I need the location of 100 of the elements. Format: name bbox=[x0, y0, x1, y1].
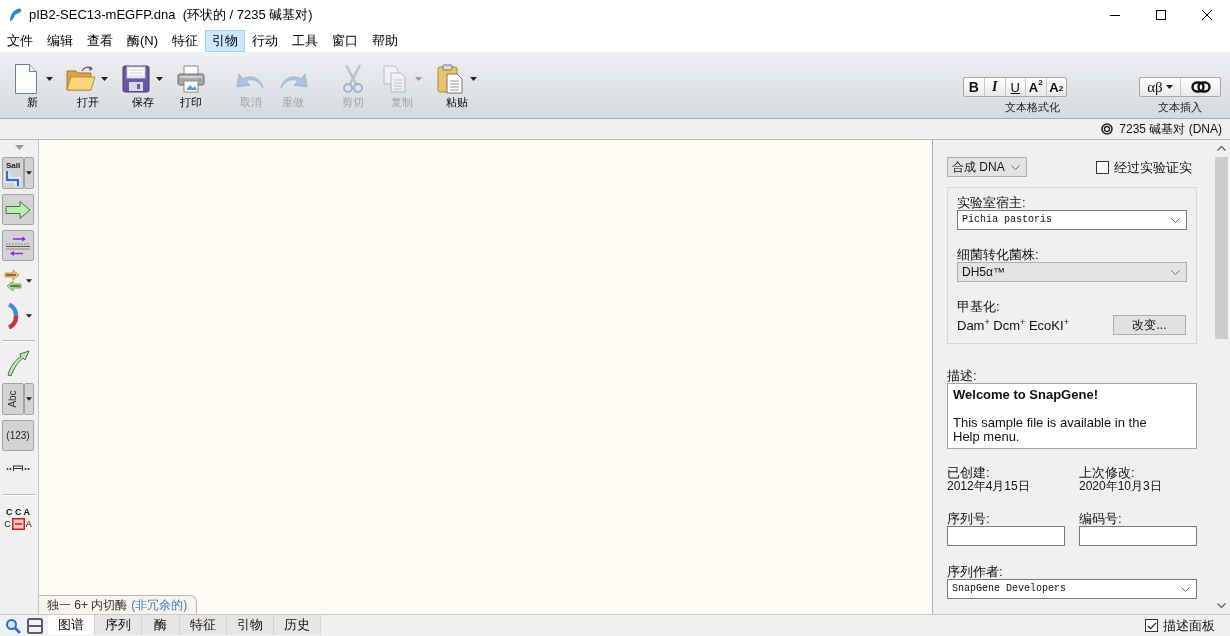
caret-down-icon[interactable] bbox=[470, 77, 477, 81]
maximize-icon[interactable] bbox=[1156, 10, 1166, 20]
ring-icon bbox=[1101, 123, 1114, 135]
view-tab[interactable]: 历史 bbox=[274, 615, 321, 635]
menu-item[interactable]: 酶(N) bbox=[120, 30, 166, 52]
mismatch-button[interactable]: C C A C A bbox=[2, 504, 34, 532]
field-label: 序列号: bbox=[947, 511, 990, 526]
curved-arrow-icon bbox=[6, 349, 30, 377]
dropdown[interactable]: SnapGene Developers bbox=[947, 579, 1197, 599]
dropdown[interactable]: 合成 DNA bbox=[947, 157, 1027, 177]
caret-down-icon bbox=[26, 397, 32, 401]
description-field[interactable]: Welcome to SnapGene! This sample file is available in the Help menu. bbox=[947, 383, 1197, 449]
view-tab[interactable]: 图谱 bbox=[48, 615, 95, 635]
description-text: This sample file is available in the Help menu. bbox=[953, 416, 1148, 444]
right-arrow-icon bbox=[5, 199, 31, 220]
field-label: 编码号: bbox=[1079, 511, 1122, 526]
blank-page-icon bbox=[14, 63, 38, 95]
print-button[interactable]: 打印 bbox=[175, 62, 207, 118]
gap-box-icon bbox=[11, 517, 25, 530]
menu-item[interactable]: 工具 bbox=[285, 30, 326, 52]
menu-item[interactable]: 文件 bbox=[0, 30, 40, 52]
menu-item[interactable]: 窗口 bbox=[325, 30, 366, 52]
close-icon[interactable] bbox=[1202, 10, 1212, 20]
caret-down-icon bbox=[26, 314, 32, 318]
new-button[interactable]: 新 bbox=[10, 62, 55, 118]
checkbox[interactable] bbox=[1096, 160, 1109, 174]
opposing-arrows-icon bbox=[4, 269, 22, 293]
dropdown-button[interactable] bbox=[24, 157, 34, 189]
date-label: 上次修改: bbox=[1079, 466, 1135, 480]
description-title: Welcome to SnapGene! bbox=[953, 387, 1098, 403]
arc-icon bbox=[7, 303, 19, 329]
enzyme-set-label: 独一 6+ 内切酶 bbox=[47, 598, 128, 612]
caret-down-icon bbox=[1165, 85, 1173, 89]
superscript-button[interactable]: A$^{2}$ bbox=[1025, 78, 1046, 96]
menu-item[interactable]: 引物 bbox=[205, 30, 246, 52]
menu-item[interactable]: 编辑 bbox=[40, 30, 80, 52]
checkbox-label: 经过实验证实 bbox=[1114, 159, 1192, 175]
enzyme-set-link[interactable]: (非冗余的) bbox=[131, 598, 188, 612]
group-label: 文本格式化 bbox=[1005, 100, 1061, 114]
feature-arrow-button[interactable] bbox=[2, 194, 34, 225]
restriction-site-button[interactable]: SalI bbox=[2, 157, 24, 189]
date-value: 2020年10月3日 bbox=[1079, 480, 1162, 493]
view-tab[interactable]: 特征 bbox=[180, 615, 227, 635]
field-label: 细菌转化菌株: bbox=[957, 247, 1039, 262]
view-tab[interactable]: 酶 bbox=[142, 615, 180, 635]
app-logo-icon bbox=[8, 7, 23, 23]
dropdown-button[interactable] bbox=[24, 383, 34, 415]
checkbox[interactable] bbox=[1145, 619, 1158, 632]
bold-button[interactable]: B bbox=[963, 78, 984, 96]
primer-button[interactable] bbox=[2, 230, 34, 261]
window-title: pIB2-SEC13-mEGFP.dna (环状的 / 7235 碱基对) bbox=[29, 7, 313, 23]
checkmark-icon bbox=[1146, 621, 1157, 630]
chevron-down-icon bbox=[1011, 164, 1020, 170]
dropdown[interactable]: DH5α™ bbox=[957, 262, 1187, 282]
chevron-down-icon bbox=[1181, 586, 1190, 592]
scrollbar-thumb[interactable] bbox=[1215, 157, 1228, 339]
field-label: 序列作者: bbox=[947, 564, 1003, 579]
group-label: 文本插入 bbox=[1158, 100, 1202, 114]
caret-down-icon[interactable] bbox=[46, 77, 53, 81]
scroll-down-icon[interactable] bbox=[1217, 603, 1226, 608]
menu-item[interactable]: 特征 bbox=[165, 30, 206, 52]
underline-button[interactable]: U bbox=[1004, 78, 1025, 96]
caret-down-icon bbox=[26, 171, 32, 175]
primer-arrows-icon bbox=[5, 235, 31, 256]
clipboard-icon bbox=[437, 64, 463, 94]
text-label-button[interactable]: Abc bbox=[2, 383, 24, 415]
menu-item[interactable]: 行动 bbox=[245, 30, 286, 52]
field-label: 实验室宿主: bbox=[957, 195, 1026, 210]
menu-item[interactable]: 帮助 bbox=[365, 30, 406, 52]
caret-down-icon bbox=[26, 279, 32, 283]
save-button[interactable]: 保存 bbox=[120, 62, 165, 118]
chevron-down-icon bbox=[1171, 269, 1180, 275]
checkbox-label: 描述面板 bbox=[1163, 618, 1215, 633]
methylation-text: Dam$^{+}$ Dcm$^{+}$ EcoKI$^{+}$ bbox=[957, 317, 1069, 333]
search-icon[interactable] bbox=[5, 617, 21, 634]
date-value: 2012年4月15日 bbox=[947, 480, 1030, 493]
view-tab[interactable]: 序列 bbox=[95, 615, 142, 635]
numbers-button[interactable]: (123) bbox=[2, 420, 34, 451]
caret-down-icon[interactable] bbox=[101, 77, 108, 81]
date-label: 已创建: bbox=[947, 466, 990, 480]
enzyme-set-tab[interactable]: 独一 6+ 内切酶 (非冗余的) bbox=[39, 595, 198, 614]
chevron-down-icon bbox=[1171, 217, 1180, 223]
text-field[interactable] bbox=[947, 526, 1065, 546]
minimize-icon[interactable] bbox=[1110, 14, 1120, 16]
link-icon bbox=[1190, 81, 1211, 93]
menu-item[interactable]: 查看 bbox=[80, 30, 120, 52]
text-field[interactable] bbox=[1079, 526, 1197, 546]
dotted-line-icon bbox=[6, 464, 30, 472]
dropdown[interactable]: Pichia pastoris bbox=[957, 210, 1187, 230]
italic-button[interactable]: I bbox=[984, 78, 1005, 96]
split-view-icon[interactable] bbox=[27, 617, 43, 634]
scissors-icon bbox=[342, 64, 364, 94]
caret-down-icon[interactable] bbox=[156, 77, 163, 81]
open-button[interactable]: 打开 bbox=[65, 62, 110, 118]
scroll-up-icon[interactable] bbox=[1217, 146, 1226, 151]
change-button[interactable]: 改变... bbox=[1113, 315, 1186, 335]
field-label: 甲基化: bbox=[957, 299, 1000, 314]
paste-button[interactable]: 粘贴 bbox=[434, 62, 479, 118]
view-tab[interactable]: 引物 bbox=[227, 615, 274, 635]
step-line-icon bbox=[4, 170, 22, 186]
